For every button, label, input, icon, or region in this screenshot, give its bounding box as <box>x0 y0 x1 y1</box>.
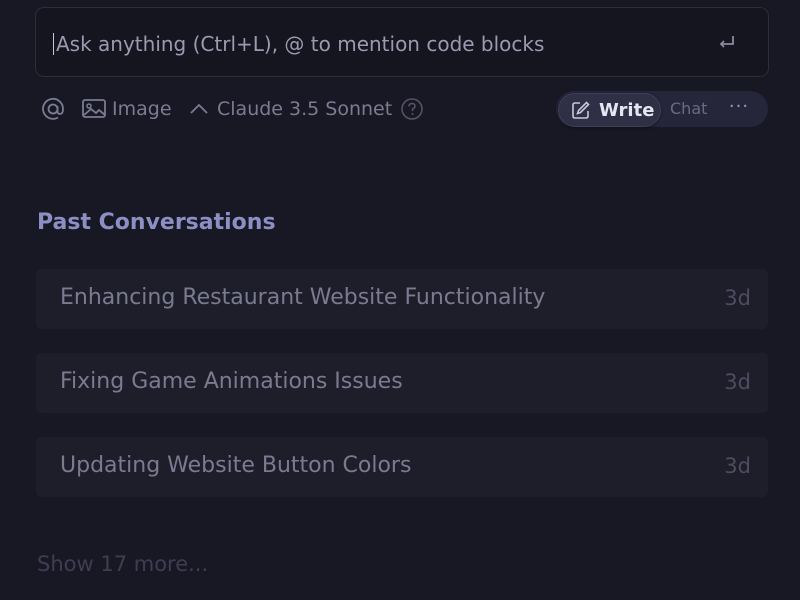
past-conversations-title: Past Conversations <box>37 210 276 235</box>
question-circle-icon <box>401 98 423 120</box>
write-mode-button[interactable]: Write <box>558 93 661 127</box>
model-help-button[interactable] <box>400 92 424 126</box>
conversation-age: 3d <box>724 286 751 310</box>
prompt-input[interactable] <box>53 28 693 60</box>
image-button[interactable]: Image <box>81 92 172 126</box>
write-mode-label: Write <box>599 99 655 121</box>
pencil-icon <box>572 101 590 119</box>
mode-switch: Write Chat ··· <box>556 91 768 127</box>
chat-mode-button[interactable]: Chat <box>670 97 707 121</box>
prompt-box[interactable] <box>35 7 769 77</box>
conversation-item[interactable]: Fixing Game Animations Issues 3d <box>36 353 768 413</box>
conversation-item[interactable]: Updating Website Button Colors 3d <box>36 437 768 497</box>
image-label: Image <box>112 98 172 120</box>
conversation-list: Enhancing Restaurant Website Functionali… <box>36 269 768 521</box>
conversation-title: Fixing Game Animations Issues <box>60 369 403 394</box>
model-label: Claude 3.5 Sonnet <box>217 98 393 120</box>
conversation-title: Updating Website Button Colors <box>60 453 412 478</box>
at-sign-icon <box>42 97 64 120</box>
chevron-up-icon <box>190 103 208 114</box>
show-more-link[interactable]: Show 17 more... <box>37 552 208 576</box>
conversation-title: Enhancing Restaurant Website Functionali… <box>60 285 546 310</box>
more-options-button[interactable]: ··· <box>726 97 752 121</box>
conversation-age: 3d <box>724 454 751 478</box>
conversation-item[interactable]: Enhancing Restaurant Website Functionali… <box>36 269 768 329</box>
conversation-age: 3d <box>724 370 751 394</box>
mention-button[interactable] <box>40 92 66 126</box>
model-selector[interactable]: Claude 3.5 Sonnet <box>188 92 392 126</box>
enter-return-icon[interactable] <box>716 32 738 54</box>
image-icon <box>82 99 106 118</box>
